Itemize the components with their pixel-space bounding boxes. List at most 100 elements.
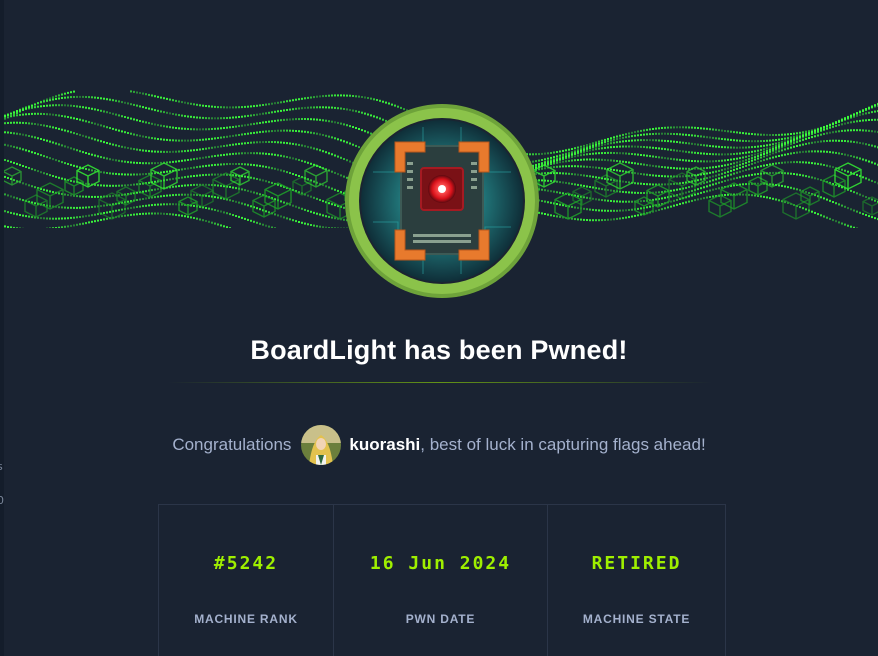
wave-dot <box>319 95 321 98</box>
wave-dot <box>244 189 246 192</box>
wave-dot <box>202 174 204 177</box>
wave-dot <box>199 128 201 131</box>
wave-dot <box>73 96 75 98</box>
wave-dot <box>184 101 186 104</box>
wave-dot <box>829 165 831 168</box>
wave-dot <box>67 96 69 99</box>
wave-dot <box>241 133 243 136</box>
wave-dot <box>616 200 618 203</box>
wave-dot <box>25 113 27 116</box>
wave-dot <box>667 126 669 129</box>
wave-dot <box>193 166 195 169</box>
wave-dot <box>307 96 309 99</box>
wave-dot <box>31 106 33 109</box>
wave-dot <box>178 214 180 217</box>
wave-dot <box>121 208 123 211</box>
wave-dot <box>742 159 744 162</box>
wave-dot <box>85 195 87 198</box>
wave-dot <box>64 145 66 148</box>
wave-dot <box>265 224 267 227</box>
wave-dot <box>322 200 324 203</box>
wave-dot <box>778 184 780 187</box>
wave-dot <box>562 192 564 195</box>
wave-dot <box>562 157 564 160</box>
username-link[interactable]: kuorashi <box>349 435 420 455</box>
wave-dot <box>322 95 324 98</box>
wave-dot <box>187 139 189 142</box>
wave-dot <box>823 215 825 218</box>
wave-dot <box>565 165 567 168</box>
wave-dot <box>673 182 675 185</box>
wave-dot <box>835 124 837 127</box>
wave-dot <box>868 215 870 218</box>
wave-dot <box>121 145 123 148</box>
wave-dot <box>193 217 195 219</box>
wave-dot <box>595 158 597 161</box>
wave-dot <box>799 173 801 176</box>
wave-dot <box>772 143 774 146</box>
wave-dot <box>763 140 765 142</box>
wave-dot <box>556 159 558 162</box>
wave-dot <box>730 130 732 133</box>
wave-dot <box>253 105 255 108</box>
wave-dot <box>340 122 342 125</box>
wave-dot <box>709 180 711 183</box>
wave-dot <box>49 97 51 100</box>
wave-dot <box>553 166 555 169</box>
wave-dot <box>541 167 543 170</box>
wave-dot <box>226 226 228 228</box>
wave-dot <box>289 142 291 145</box>
wave-dot <box>706 144 708 147</box>
wave-dot <box>214 155 216 157</box>
wave-dot <box>856 129 858 132</box>
wave-dot <box>157 150 159 153</box>
wave-dot <box>304 160 306 163</box>
wave-dot <box>73 180 75 183</box>
wave-dot <box>292 99 294 102</box>
wave-dot <box>604 146 606 149</box>
wave-dot <box>139 92 141 94</box>
wave-dot <box>115 209 117 212</box>
wave-dot <box>760 149 762 151</box>
user-avatar[interactable] <box>301 425 342 465</box>
wave-dot <box>811 150 813 153</box>
wave-dot <box>805 191 807 193</box>
wave-dot <box>844 122 846 125</box>
wave-dot <box>238 163 240 165</box>
wave-dot <box>628 145 630 148</box>
wave-dot <box>133 90 135 93</box>
wave-dot <box>610 151 612 154</box>
wave-dot <box>268 211 270 214</box>
wave-dot <box>619 145 621 148</box>
wave-dot <box>625 140 627 143</box>
wave-dot <box>613 136 615 139</box>
wave-dot <box>25 183 27 186</box>
wave-dot <box>328 120 330 123</box>
wave-dot <box>172 185 174 188</box>
cube-outline <box>834 162 862 190</box>
wave-dot <box>718 165 720 168</box>
wave-dot <box>754 133 756 136</box>
wave-dot <box>76 95 78 98</box>
wave-dot <box>628 161 630 164</box>
wave-dot <box>61 206 63 209</box>
wave-dot <box>325 106 327 109</box>
wave-dot <box>175 203 177 206</box>
wave-dot <box>313 224 315 227</box>
wave-dot <box>40 124 42 126</box>
wave-dot <box>34 112 36 115</box>
wave-dot <box>52 126 54 129</box>
wave-dot <box>43 188 45 191</box>
wave-dot <box>694 126 696 129</box>
wave-dot <box>211 117 213 120</box>
wave-dot <box>187 215 189 218</box>
wave-dot <box>823 140 825 143</box>
wave-dot <box>178 160 180 163</box>
wave-dot <box>832 123 834 126</box>
wave-dot <box>706 152 708 155</box>
wave-dot <box>196 148 198 151</box>
wave-dot <box>172 213 174 216</box>
wave-dot <box>64 206 66 209</box>
wave-dot <box>559 158 561 161</box>
wave-dot <box>121 160 123 163</box>
